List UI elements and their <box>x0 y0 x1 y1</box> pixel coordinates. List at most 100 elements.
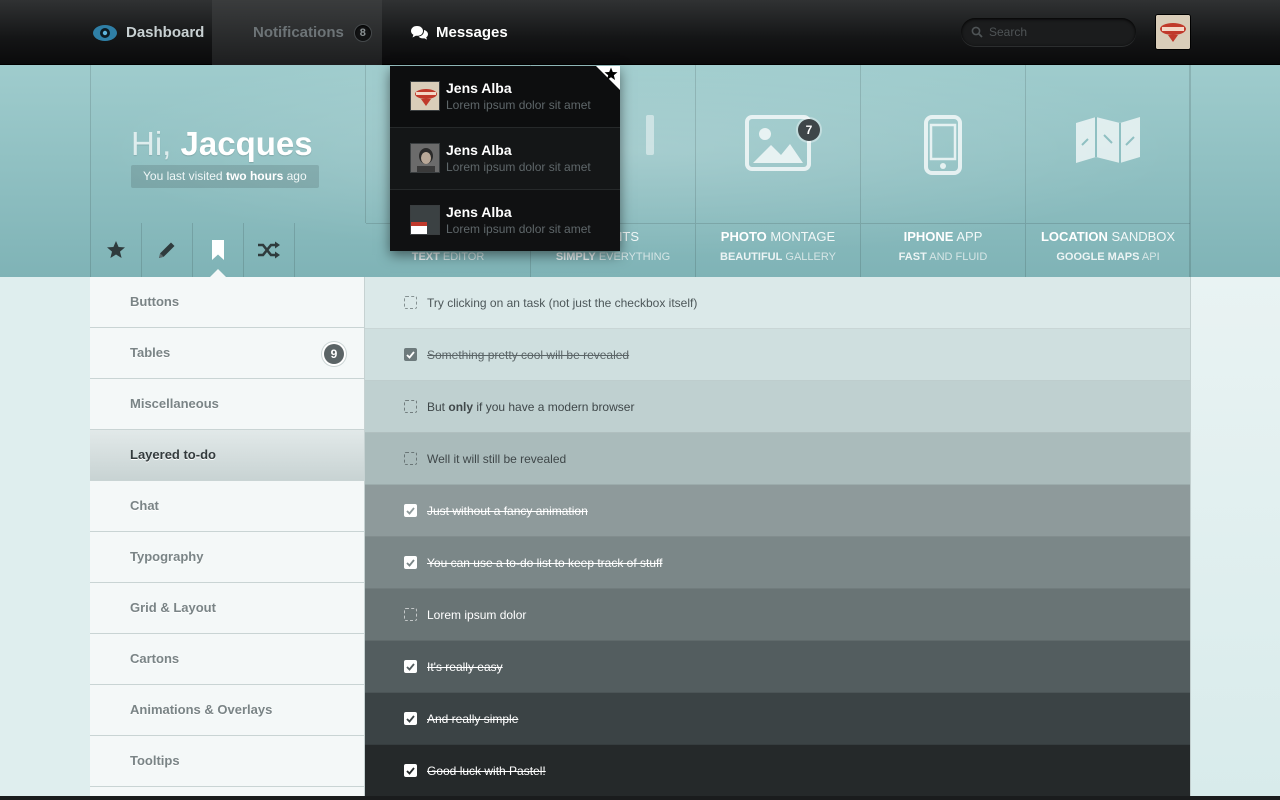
dashboard-header: Hi, Jacques You last visited two hours a… <box>0 65 1280 277</box>
nav-messages[interactable]: Messages <box>382 0 532 65</box>
message-avatar <box>410 143 440 173</box>
sidebar-item-cartons[interactable]: Cartons <box>90 634 364 685</box>
sidebar-item-chat[interactable]: Chat <box>90 481 364 532</box>
tile-iphone-icon-wrap <box>861 115 1025 185</box>
sidebar-item-label: Buttons <box>130 294 180 309</box>
nav-notifications[interactable]: Notifications 8 <box>212 0 382 65</box>
nav-messages-label: Messages <box>436 24 508 41</box>
star-icon[interactable] <box>604 67 618 81</box>
sidebar-tables-badge: 9 <box>324 344 344 364</box>
tile-text-editor-sub-bold: TEXT <box>411 251 440 263</box>
message-avatar <box>410 81 440 111</box>
todo-item[interactable]: Good luck with Pastel! <box>365 745 1190 797</box>
sidebar-item-tables[interactable]: Tables 9 <box>90 328 364 379</box>
checkbox-icon[interactable] <box>404 348 417 361</box>
checkbox-icon[interactable] <box>404 556 417 569</box>
top-navigation-bar: Dashboard Notifications 8 Messages <box>0 0 1280 65</box>
todo-text: Something pretty cool will be revealed <box>427 347 630 362</box>
checkbox-icon[interactable] <box>404 296 417 309</box>
tool-bookmark[interactable] <box>193 223 244 277</box>
todo-item[interactable]: Something pretty cool will be revealed <box>365 329 1190 381</box>
right-background-panel <box>1190 277 1280 800</box>
tile-location-icon-wrap <box>1026 115 1190 185</box>
avatar-image <box>411 82 439 110</box>
sidebar-item-label: Tooltips <box>130 753 180 768</box>
tile-location-sub-bold: GOOGLE MAPS <box>1056 251 1140 263</box>
greeting-name: Jacques <box>180 125 313 162</box>
checkbox-icon[interactable] <box>404 712 417 725</box>
checkbox-icon[interactable] <box>404 400 417 413</box>
search-box <box>961 18 1136 46</box>
todo-text: It's really easy <box>427 659 503 674</box>
phone-icon <box>924 115 962 175</box>
todo-item[interactable]: Lorem ipsum dolor <box>365 589 1190 641</box>
todo-item[interactable]: Try clicking on an task (not just the ch… <box>365 277 1190 329</box>
tile-location-sandbox[interactable]: LOCATION SANDBOX GOOGLE MAPS API <box>1026 65 1191 277</box>
message-preview: Lorem ipsum dolor sit amet <box>446 98 591 112</box>
todo-item[interactable]: But only if you have a modern browser <box>365 381 1190 433</box>
search-icon <box>971 26 983 38</box>
tile-events-sub: SIMPLY EVERYTHING <box>531 251 695 263</box>
sidebar-item-layered-todo[interactable]: Layered to-do <box>90 430 364 481</box>
checkbox-icon[interactable] <box>404 764 417 777</box>
nav-dashboard[interactable]: Dashboard <box>90 0 212 65</box>
message-sender: Jens Alba <box>446 142 512 158</box>
message-preview: Lorem ipsum dolor sit amet <box>446 222 591 236</box>
avatar-image <box>411 206 439 234</box>
sidebar-item-miscellaneous[interactable]: Miscellaneous <box>90 379 364 430</box>
sidebar-item-buttons[interactable]: Buttons <box>90 277 364 328</box>
sidebar-item-label: Miscellaneous <box>130 396 219 411</box>
tile-photo-sub: BEAUTIFUL GALLERY <box>696 251 860 263</box>
sidebar-item-label: Chat <box>130 498 159 513</box>
message-preview: Lorem ipsum dolor sit amet <box>446 160 591 174</box>
user-avatar[interactable] <box>1156 15 1190 49</box>
todo-text: Just without a fancy animation <box>427 503 588 518</box>
bookmark-icon <box>212 240 224 260</box>
tile-iphone-sub-bold: FAST <box>898 251 927 263</box>
checkbox-icon[interactable] <box>404 504 417 517</box>
checkbox-icon[interactable] <box>404 452 417 465</box>
notifications-count-badge: 8 <box>353 23 372 42</box>
tile-iphone-sub-text: AND FLUID <box>929 251 988 263</box>
message-item[interactable]: Jens Alba Lorem ipsum dolor sit amet <box>390 190 620 251</box>
message-sender: Jens Alba <box>446 204 512 220</box>
todo-text: But only if you have a modern browser <box>427 400 634 414</box>
tile-text-editor-sub: TEXT EDITOR <box>366 251 530 263</box>
bottom-edge-bar <box>0 796 1280 800</box>
sidebar-item-animations-overlays[interactable]: Animations & Overlays <box>90 685 364 736</box>
todo-item[interactable]: Just without a fancy animation <box>365 485 1190 537</box>
tile-photo-icon-wrap <box>696 115 860 185</box>
last-visited-prefix: You last visited <box>143 169 223 183</box>
todo-text-pre: But <box>427 399 449 414</box>
map-icon <box>1076 117 1140 163</box>
sidebar-item-label: Animations & Overlays <box>130 702 273 717</box>
message-item[interactable]: Jens Alba Lorem ipsum dolor sit amet <box>390 66 620 128</box>
last-visited-suffix: ago <box>286 169 307 183</box>
eye-icon <box>93 24 117 41</box>
tool-pencil[interactable] <box>142 223 193 277</box>
sidebar-item-tooltips[interactable]: Tooltips <box>90 736 364 787</box>
todo-item[interactable]: And really simple <box>365 693 1190 745</box>
search-input[interactable] <box>989 25 1119 39</box>
todo-item[interactable]: It's really easy <box>365 641 1190 693</box>
message-item[interactable]: Jens Alba Lorem ipsum dolor sit amet <box>390 128 620 190</box>
todo-text: Good luck with Pastel! <box>427 763 546 778</box>
sidebar-item-grid-layout[interactable]: Grid & Layout <box>90 583 364 634</box>
tile-iphone-title-text: APP <box>956 229 983 244</box>
sidebar-item-label: Cartons <box>130 651 180 666</box>
checkbox-icon[interactable] <box>404 608 417 621</box>
last-visited-time: two hours <box>225 169 284 183</box>
todo-item[interactable]: Well it will still be revealed <box>365 433 1190 485</box>
tile-location-sub-text: API <box>1141 251 1160 263</box>
checkbox-icon[interactable] <box>404 660 417 673</box>
tool-shuffle[interactable] <box>244 223 295 277</box>
shuffle-icon <box>258 241 280 259</box>
sidebar-item-typography[interactable]: Typography <box>90 532 364 583</box>
message-avatar <box>410 205 440 235</box>
tile-location-title-bold: LOCATION <box>1040 229 1108 244</box>
toolbar <box>91 223 366 277</box>
tile-iphone-app[interactable]: IPHONE APP FAST AND FLUID <box>861 65 1026 277</box>
tool-star[interactable] <box>91 223 142 277</box>
todo-item[interactable]: You can use a to-do list to keep track o… <box>365 537 1190 589</box>
tile-photo-montage[interactable]: 7 PHOTO MONTAGE BEAUTIFUL GALLERY <box>696 65 861 277</box>
